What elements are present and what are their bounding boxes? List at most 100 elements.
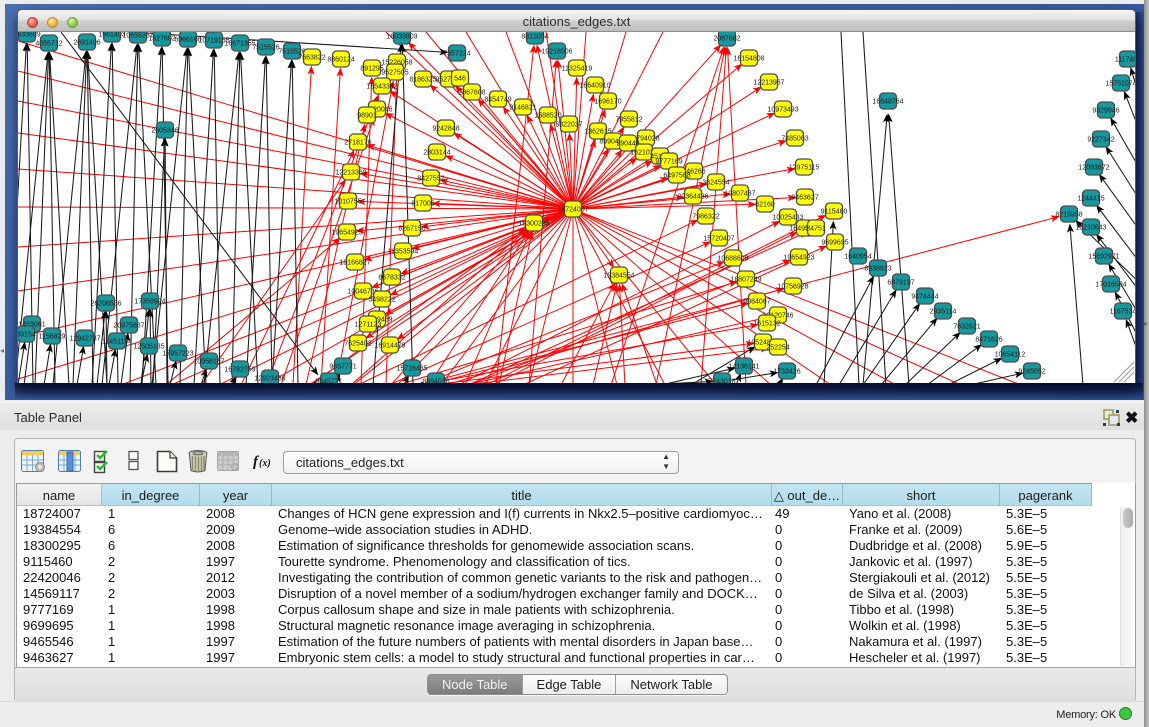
svg-text:17957223: 17957223: [162, 351, 193, 358]
svg-text:39154: 39154: [18, 332, 36, 339]
svg-text:16154808: 16154808: [733, 56, 764, 63]
svg-text:2691406: 2691406: [73, 40, 100, 47]
svg-text:8678332: 8678332: [378, 275, 405, 282]
svg-text:19384554: 19384554: [603, 273, 634, 280]
svg-text:1615132: 1615132: [753, 321, 780, 328]
svg-text:1588520: 1588520: [534, 113, 561, 120]
svg-text:7357224: 7357224: [443, 51, 470, 58]
svg-text:9084067: 9084067: [743, 299, 770, 306]
svg-text:546: 546: [454, 76, 466, 83]
svg-text:9777169: 9777169: [655, 159, 682, 166]
svg-text:16210643: 16210643: [1075, 225, 1106, 232]
svg-text:9146821: 9146821: [509, 105, 536, 112]
svg-text:12923486: 12923486: [254, 376, 285, 383]
svg-text:26206536: 26206536: [90, 301, 121, 308]
svg-text:8813054: 8813054: [521, 34, 548, 41]
svg-text:8267150: 8267150: [398, 226, 425, 233]
svg-text:2935114: 2935114: [930, 309, 957, 316]
svg-text:12213967: 12213967: [753, 80, 784, 87]
svg-text:3498222: 3498222: [368, 297, 395, 304]
svg-text:8427552: 8427552: [417, 176, 444, 183]
svg-text:817006: 817006: [411, 201, 434, 208]
svg-text:6322037: 6322037: [555, 122, 582, 129]
svg-text:16671355: 16671355: [224, 41, 255, 48]
svg-text:19654923: 19654923: [783, 255, 814, 262]
svg-text:18300295: 18300295: [518, 221, 549, 228]
svg-text:12213369: 12213369: [335, 170, 366, 177]
svg-text:18724007: 18724007: [557, 207, 588, 214]
svg-text:14136141: 14136141: [728, 364, 759, 371]
svg-text:15692971: 15692971: [1088, 254, 1119, 261]
svg-text:19654925: 19654925: [331, 230, 362, 237]
svg-text:20975887: 20975887: [113, 323, 144, 330]
svg-text:10756928: 10756928: [777, 284, 808, 291]
svg-text:19166827: 19166827: [339, 260, 370, 267]
svg-text:9227342: 9227342: [1087, 137, 1114, 144]
svg-text:252254: 252254: [766, 345, 789, 352]
svg-text:7485063: 7485063: [781, 136, 808, 143]
svg-text:7625402: 7625402: [344, 341, 371, 348]
svg-text:7986322: 7986322: [692, 214, 719, 221]
svg-text:19218506: 19218506: [541, 49, 572, 56]
svg-text:16640910: 16640910: [579, 83, 610, 90]
svg-text:15720407: 15720407: [703, 236, 734, 243]
svg-text:16914479: 16914479: [374, 343, 405, 350]
svg-text:1640954: 1640954: [844, 254, 871, 261]
svg-text:7515526: 7515526: [252, 45, 279, 52]
svg-text:17359924: 17359924: [134, 299, 165, 306]
svg-text:9463627: 9463627: [791, 195, 818, 202]
svg-text:1633609: 1633609: [18, 32, 41, 39]
svg-text:11325419: 11325419: [562, 66, 593, 73]
svg-text:8215958: 8215958: [1055, 212, 1082, 219]
svg-text:9699695: 9699695: [821, 240, 848, 247]
svg-text:12975115: 12975115: [789, 165, 820, 172]
svg-text:6497568: 6497568: [663, 173, 690, 180]
svg-text:1271123: 1271123: [355, 322, 382, 329]
svg-text:11353594: 11353594: [388, 249, 419, 256]
svg-text:8186325: 8186325: [409, 77, 436, 84]
svg-text:1733426: 1733426: [773, 369, 800, 376]
svg-text:18807249: 18807249: [730, 277, 761, 284]
svg-text:2087682: 2087682: [713, 36, 740, 43]
svg-text:9245052: 9245052: [1018, 369, 1045, 376]
svg-text:9474444: 9474444: [911, 294, 938, 301]
svg-text:1527602: 1527602: [148, 36, 175, 43]
svg-text:1117403: 1117403: [1115, 57, 1135, 64]
svg-text:9657771: 9657771: [329, 364, 356, 371]
svg-text:12942737: 12942737: [69, 336, 100, 343]
svg-text:15751074: 15751074: [1105, 81, 1135, 88]
svg-text:1156829: 1156829: [39, 334, 66, 341]
svg-text:9242848: 9242848: [432, 126, 459, 133]
svg-text:10688609: 10688609: [717, 256, 748, 263]
svg-text:9527505: 9527505: [381, 70, 408, 77]
svg-text:16033809: 16033809: [386, 34, 417, 41]
svg-text:20364436: 20364436: [677, 194, 708, 201]
svg-text:7663822: 7663822: [298, 55, 325, 62]
svg-text:10807487: 10807487: [724, 191, 755, 198]
svg-text:9115460: 9115460: [821, 209, 848, 216]
svg-text:10973493: 10973493: [767, 107, 798, 114]
svg-text:17016504: 17016504: [1095, 282, 1126, 289]
svg-text:3624554: 3624554: [702, 180, 729, 187]
svg-text:9645721: 9645721: [315, 379, 342, 383]
svg-text:2718176: 2718176: [344, 140, 371, 147]
svg-text:2867608: 2867608: [458, 90, 485, 97]
svg-text:1167534: 1167534: [1110, 309, 1135, 316]
svg-text:11451194: 11451194: [102, 339, 132, 346]
svg-text:4055712: 4055712: [35, 41, 62, 48]
svg-text:16543362: 16543362: [366, 84, 397, 91]
svg-text:8471626: 8471626: [975, 337, 1002, 344]
svg-text:1010755: 1010755: [334, 199, 361, 206]
svg-text:12505135: 12505135: [133, 344, 164, 351]
svg-text:8454749: 8454749: [484, 97, 511, 104]
svg-text:6879197: 6879197: [887, 280, 914, 287]
svg-text:9329946: 9329946: [1092, 108, 1119, 115]
svg-text:1244415: 1244415: [1077, 196, 1104, 203]
svg-text:98901: 98901: [357, 113, 377, 120]
svg-text:7243018: 7243018: [708, 379, 735, 383]
svg-text:62160: 62160: [755, 202, 775, 209]
svg-text:7632621: 7632621: [953, 324, 980, 331]
svg-text:16782759: 16782759: [224, 367, 255, 374]
svg-text:16648764: 16648764: [872, 99, 903, 106]
svg-text:2605346: 2605346: [151, 128, 178, 135]
